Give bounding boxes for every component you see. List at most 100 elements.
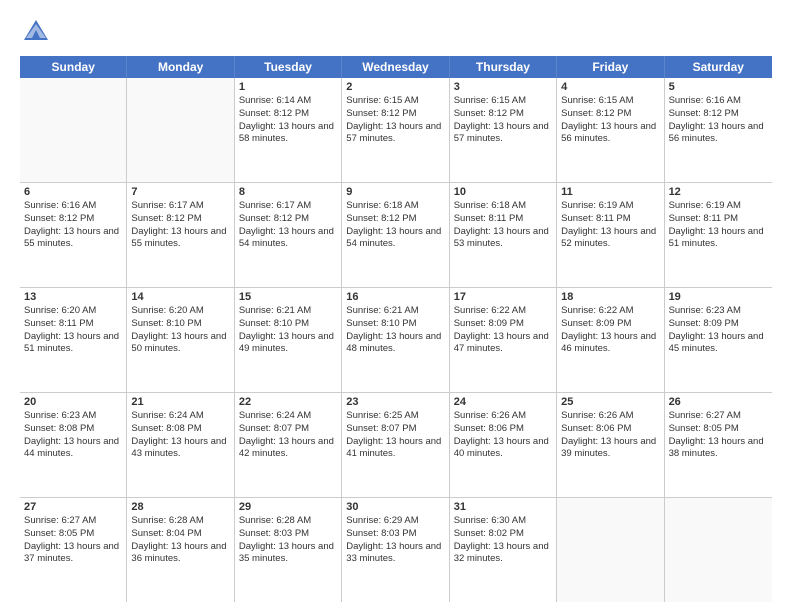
cal-cell-day-3: 3 Sunrise: 6:15 AMSunset: 8:12 PMDaylight… xyxy=(450,78,557,182)
sunrise-text: Sunrise: 6:17 AM xyxy=(239,200,337,213)
sunrise-text: Sunrise: 6:18 AM xyxy=(454,200,552,213)
cal-cell-day-17: 17Sunrise: 6:22 AMSunset: 8:09 PMDayligh… xyxy=(450,288,557,392)
sunrise-text: Sunrise: 6:29 AM xyxy=(346,515,444,528)
cal-cell-empty xyxy=(665,498,772,602)
daylight-text: Daylight: 13 hours and 43 minutes. xyxy=(131,436,229,462)
sunset-text: Sunset: 8:11 PM xyxy=(24,318,122,331)
day-number: 20 xyxy=(24,396,122,408)
sunset-text: Sunset: 8:04 PM xyxy=(131,528,229,541)
cal-cell-day-24: 24Sunrise: 6:26 AMSunset: 8:06 PMDayligh… xyxy=(450,393,557,497)
page: SundayMondayTuesdayWednesdayThursdayFrid… xyxy=(0,0,792,612)
sunrise-text: Sunrise: 6:23 AM xyxy=(24,410,122,423)
cal-cell-day-1: 1Sunrise: 6:14 AMSunset: 8:12 PMDaylight… xyxy=(235,78,342,182)
daylight-text: Daylight: 13 hours and 58 minutes. xyxy=(239,121,337,147)
daylight-text: Daylight: 13 hours and 33 minutes. xyxy=(346,541,444,567)
sunrise-text: Sunrise: 6:21 AM xyxy=(346,305,444,318)
sunrise-text: Sunrise: 6:18 AM xyxy=(346,200,444,213)
day-number: 2 xyxy=(346,81,444,93)
sunrise-text: Sunrise: 6:19 AM xyxy=(669,200,768,213)
sunset-text: Sunset: 8:09 PM xyxy=(669,318,768,331)
day-number: 13 xyxy=(24,291,122,303)
cal-cell-day-21: 21Sunrise: 6:24 AMSunset: 8:08 PMDayligh… xyxy=(127,393,234,497)
sunset-text: Sunset: 8:12 PM xyxy=(454,108,552,121)
daylight-text: Daylight: 13 hours and 46 minutes. xyxy=(561,331,659,357)
daylight-text: Daylight: 13 hours and 56 minutes. xyxy=(561,121,659,147)
sunrise-text: Sunrise: 6:16 AM xyxy=(24,200,122,213)
sunset-text: Sunset: 8:12 PM xyxy=(24,213,122,226)
sunrise-text: Sunrise: 6:14 AM xyxy=(239,95,337,108)
sunset-text: Sunset: 8:12 PM xyxy=(239,213,337,226)
day-number: 9 xyxy=(346,186,444,198)
day-number: 16 xyxy=(346,291,444,303)
daylight-text: Daylight: 13 hours and 47 minutes. xyxy=(454,331,552,357)
sunrise-text: Sunrise: 6:22 AM xyxy=(454,305,552,318)
sunrise-text: Sunrise: 6:15 AM xyxy=(561,95,659,108)
daylight-text: Daylight: 13 hours and 56 minutes. xyxy=(669,121,768,147)
day-number: 22 xyxy=(239,396,337,408)
cal-week-2: 6Sunrise: 6:16 AMSunset: 8:12 PMDaylight… xyxy=(20,183,772,288)
cal-week-3: 13Sunrise: 6:20 AMSunset: 8:11 PMDayligh… xyxy=(20,288,772,393)
sunset-text: Sunset: 8:07 PM xyxy=(239,423,337,436)
sunset-text: Sunset: 8:12 PM xyxy=(346,213,444,226)
sunrise-text: Sunrise: 6:20 AM xyxy=(24,305,122,318)
day-number: 15 xyxy=(239,291,337,303)
sunrise-text: Sunrise: 6:22 AM xyxy=(561,305,659,318)
sunset-text: Sunset: 8:12 PM xyxy=(561,108,659,121)
daylight-text: Daylight: 13 hours and 51 minutes. xyxy=(24,331,122,357)
daylight-text: Daylight: 13 hours and 50 minutes. xyxy=(131,331,229,357)
sunset-text: Sunset: 8:11 PM xyxy=(669,213,768,226)
sunrise-text: Sunrise: 6:21 AM xyxy=(239,305,337,318)
cal-header-monday: Monday xyxy=(127,56,234,78)
sunrise-text: Sunrise: 6:27 AM xyxy=(24,515,122,528)
day-number: 28 xyxy=(131,501,229,513)
cal-cell-day-19: 19Sunrise: 6:23 AMSunset: 8:09 PMDayligh… xyxy=(665,288,772,392)
day-number: 11 xyxy=(561,186,659,198)
cal-cell-day-8: 8Sunrise: 6:17 AMSunset: 8:12 PMDaylight… xyxy=(235,183,342,287)
cal-cell-day-9: 9Sunrise: 6:18 AMSunset: 8:12 PMDaylight… xyxy=(342,183,449,287)
sunrise-text: Sunrise: 6:17 AM xyxy=(131,200,229,213)
daylight-text: Daylight: 13 hours and 32 minutes. xyxy=(454,541,552,567)
sunset-text: Sunset: 8:08 PM xyxy=(131,423,229,436)
sunset-text: Sunset: 8:09 PM xyxy=(454,318,552,331)
sunrise-text: Sunrise: 6:30 AM xyxy=(454,515,552,528)
daylight-text: Daylight: 13 hours and 57 minutes. xyxy=(454,121,552,147)
daylight-text: Daylight: 13 hours and 51 minutes. xyxy=(669,226,768,252)
day-number: 21 xyxy=(131,396,229,408)
sunrise-text: Sunrise: 6:15 AM xyxy=(454,95,552,108)
cal-cell-empty xyxy=(20,78,127,182)
cal-cell-day-20: 20Sunrise: 6:23 AMSunset: 8:08 PMDayligh… xyxy=(20,393,127,497)
cal-cell-day-22: 22Sunrise: 6:24 AMSunset: 8:07 PMDayligh… xyxy=(235,393,342,497)
day-number: 3 xyxy=(454,81,552,93)
daylight-text: Daylight: 13 hours and 39 minutes. xyxy=(561,436,659,462)
sunset-text: Sunset: 8:08 PM xyxy=(24,423,122,436)
day-number: 18 xyxy=(561,291,659,303)
sunset-text: Sunset: 8:06 PM xyxy=(561,423,659,436)
calendar-body: 1Sunrise: 6:14 AMSunset: 8:12 PMDaylight… xyxy=(20,78,772,602)
day-number: 7 xyxy=(131,186,229,198)
header xyxy=(20,16,772,48)
cal-header-thursday: Thursday xyxy=(450,56,557,78)
sunset-text: Sunset: 8:12 PM xyxy=(669,108,768,121)
sunset-text: Sunset: 8:03 PM xyxy=(239,528,337,541)
daylight-text: Daylight: 13 hours and 48 minutes. xyxy=(346,331,444,357)
daylight-text: Daylight: 13 hours and 35 minutes. xyxy=(239,541,337,567)
daylight-text: Daylight: 13 hours and 41 minutes. xyxy=(346,436,444,462)
sunrise-text: Sunrise: 6:26 AM xyxy=(561,410,659,423)
daylight-text: Daylight: 13 hours and 57 minutes. xyxy=(346,121,444,147)
sunset-text: Sunset: 8:07 PM xyxy=(346,423,444,436)
day-number: 5 xyxy=(669,81,768,93)
day-number: 4 xyxy=(561,81,659,93)
day-number: 12 xyxy=(669,186,768,198)
cal-week-4: 20Sunrise: 6:23 AMSunset: 8:08 PMDayligh… xyxy=(20,393,772,498)
cal-cell-day-28: 28Sunrise: 6:28 AMSunset: 8:04 PMDayligh… xyxy=(127,498,234,602)
cal-cell-day-13: 13 Sunrise: 6:20 AMSunset: 8:11 PMDayligh… xyxy=(20,288,127,392)
logo xyxy=(20,16,56,48)
daylight-text: Daylight: 13 hours and 40 minutes. xyxy=(454,436,552,462)
sunrise-text: Sunrise: 6:20 AM xyxy=(131,305,229,318)
sunset-text: Sunset: 8:12 PM xyxy=(131,213,229,226)
sunrise-text: Sunrise: 6:25 AM xyxy=(346,410,444,423)
cal-header-tuesday: Tuesday xyxy=(235,56,342,78)
cal-cell-empty xyxy=(127,78,234,182)
day-number: 25 xyxy=(561,396,659,408)
daylight-text: Daylight: 13 hours and 55 minutes. xyxy=(24,226,122,252)
